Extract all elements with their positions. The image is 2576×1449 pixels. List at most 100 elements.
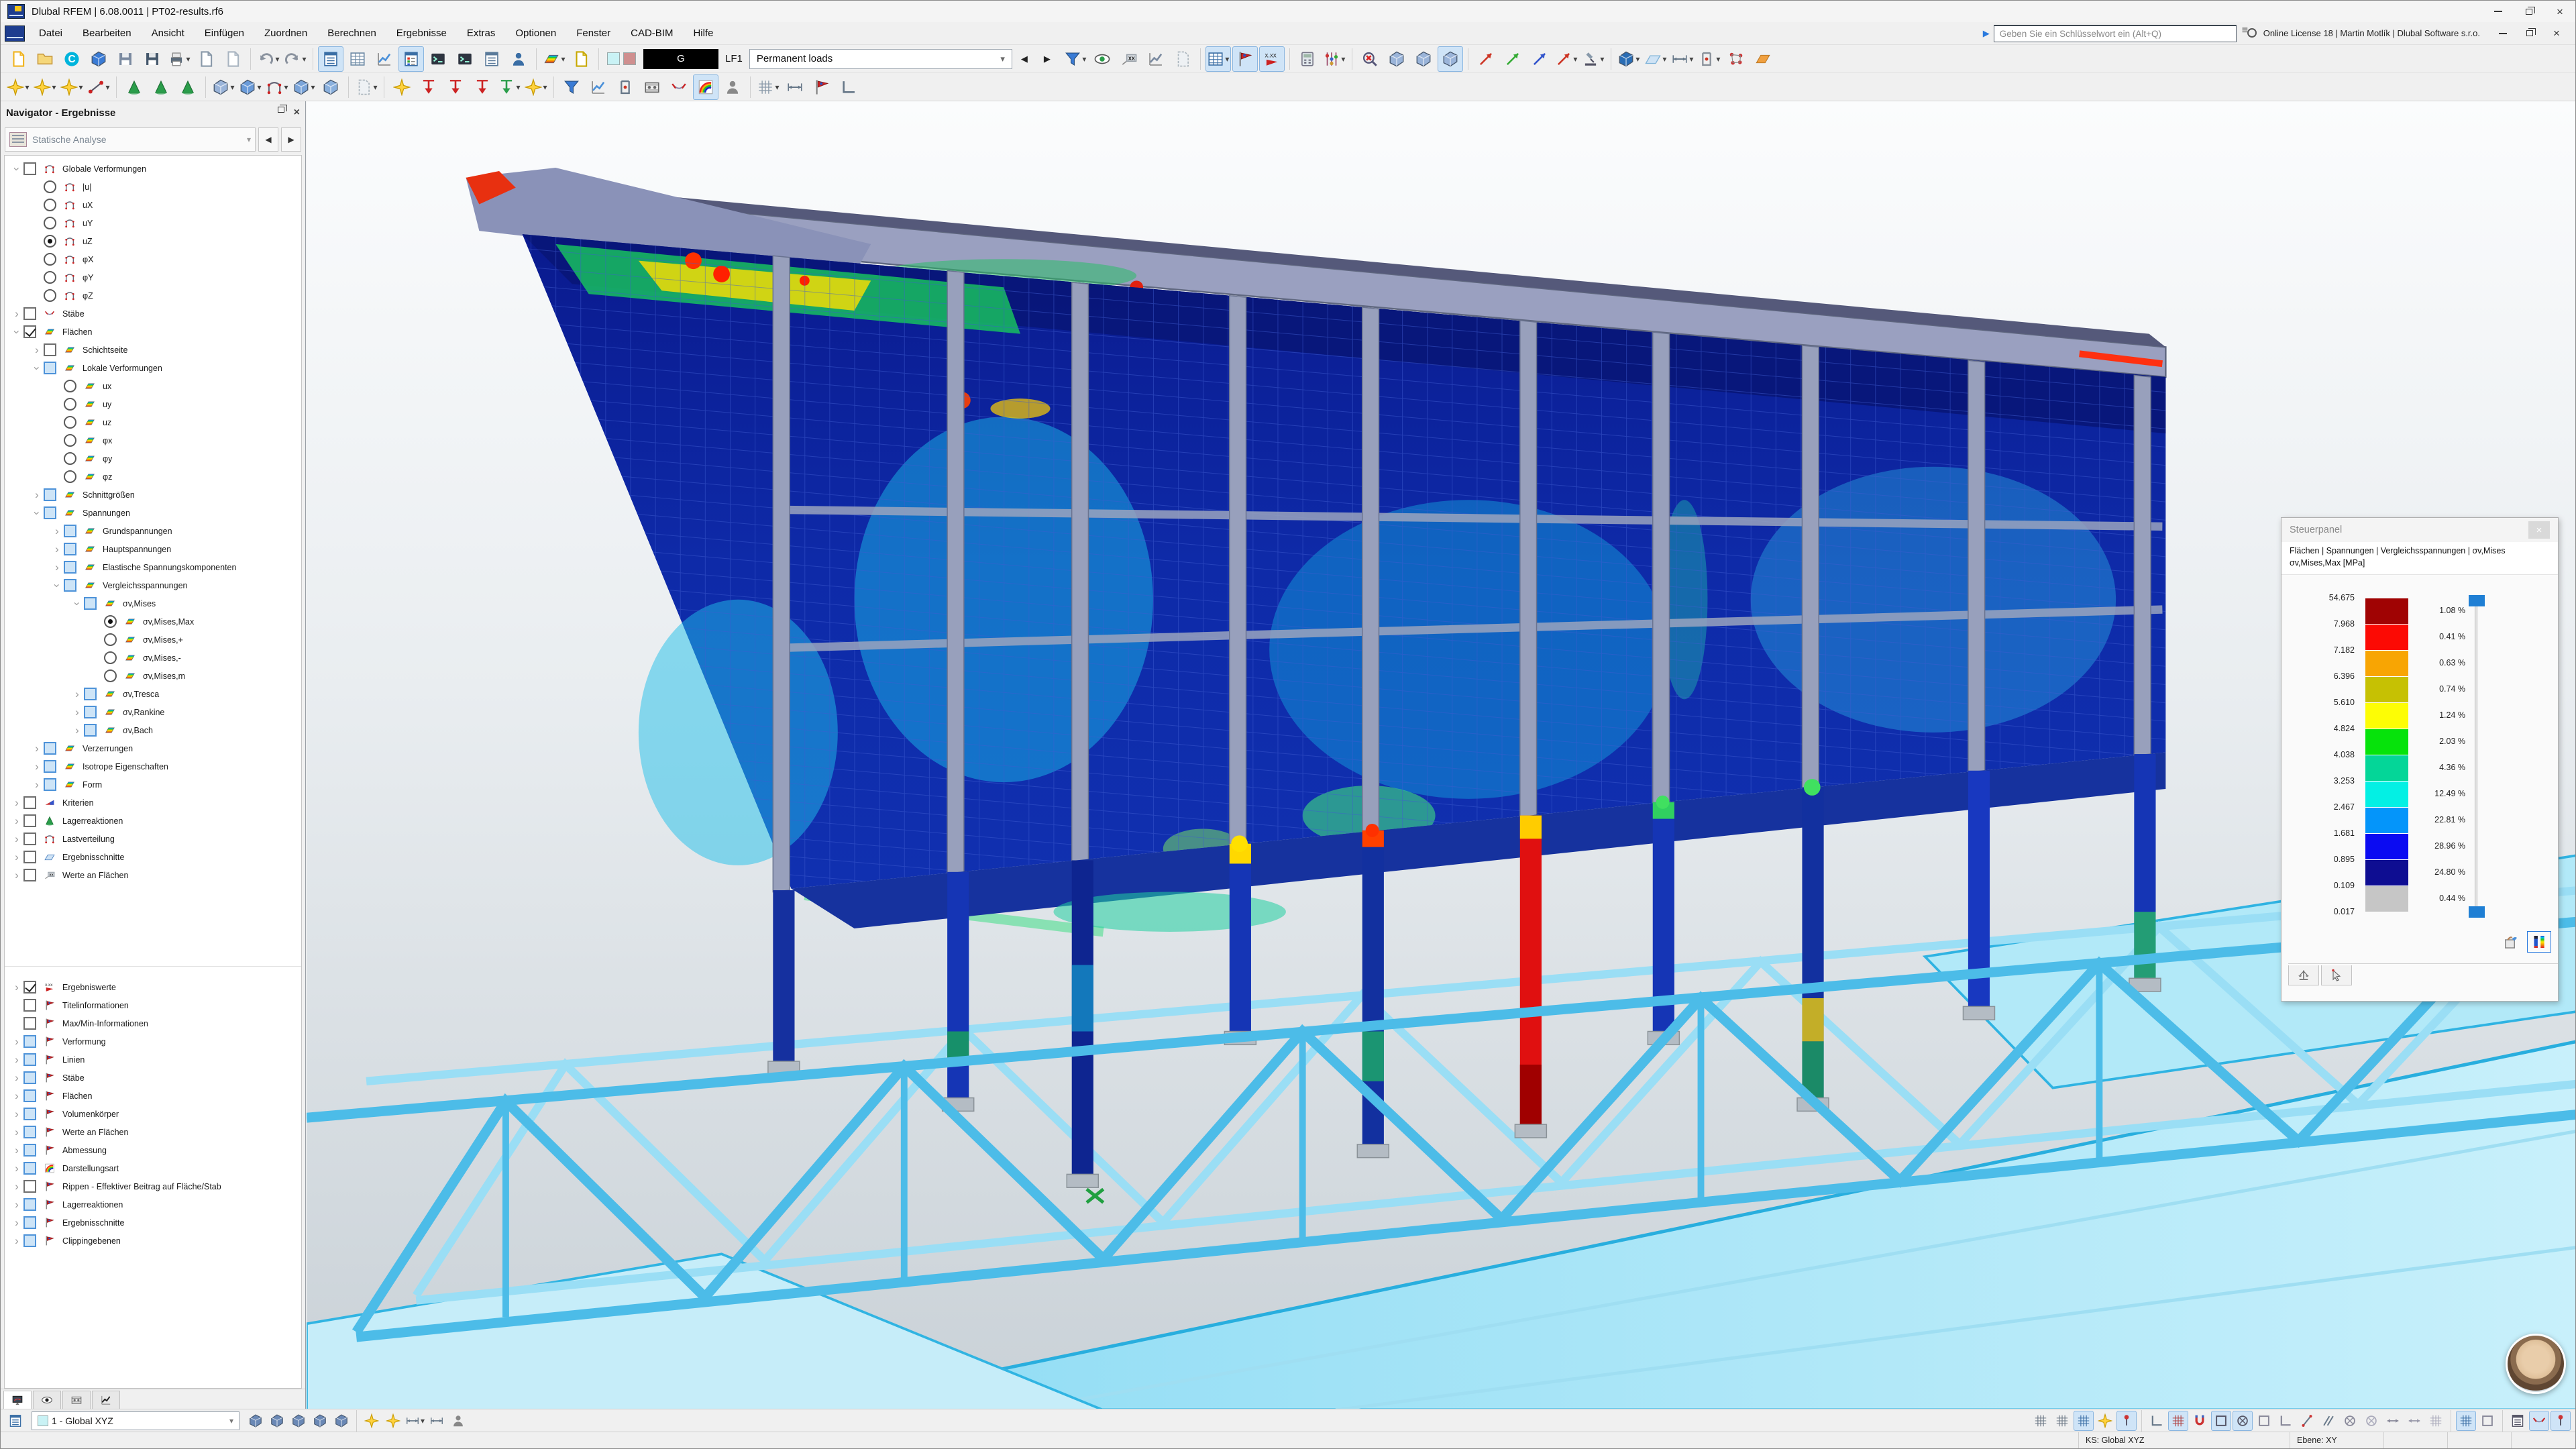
radio-button[interactable] xyxy=(44,199,56,211)
nodal-load-button[interactable] xyxy=(389,74,415,100)
menu-optionen[interactable]: Optionen xyxy=(505,22,566,44)
new-report-button[interactable] xyxy=(193,46,219,72)
solid-edit-button[interactable] xyxy=(1411,46,1436,72)
tree-item[interactable]: σv,Mises,- xyxy=(5,649,301,667)
checkbox[interactable] xyxy=(44,742,56,755)
navigator-toggle-button[interactable] xyxy=(318,46,343,72)
load-wizard-button[interactable]: ▾ xyxy=(523,74,549,100)
radio-button[interactable] xyxy=(64,434,76,447)
tree-item[interactable]: ›Globale Verformungen xyxy=(5,160,301,178)
checkbox[interactable] xyxy=(23,833,36,845)
previous-load-case-button[interactable]: ◀ xyxy=(1014,49,1035,69)
tree-item[interactable]: ›Ergebniswerte xyxy=(5,978,301,996)
tree-item[interactable]: uY xyxy=(5,214,301,232)
radio-button[interactable] xyxy=(64,398,76,411)
dimension-tool-button[interactable] xyxy=(782,74,808,100)
snap-points-button[interactable] xyxy=(2116,1411,2137,1431)
checkbox[interactable] xyxy=(64,579,76,592)
tab-views[interactable] xyxy=(62,1391,91,1409)
doc-restore-button[interactable] xyxy=(2516,23,2543,44)
print-button[interactable]: ▾ xyxy=(166,46,192,72)
restore-button[interactable] xyxy=(2514,1,2544,22)
new-arc-button[interactable]: ▾ xyxy=(59,74,85,100)
work-plane-button[interactable]: ▾ xyxy=(1643,46,1668,72)
checkbox[interactable] xyxy=(44,506,56,519)
expander-icon[interactable]: › xyxy=(50,525,64,538)
rotate-view-button[interactable] xyxy=(288,1411,309,1431)
tree-item[interactable]: φy xyxy=(5,449,301,468)
menu-extras[interactable]: Extras xyxy=(457,22,506,44)
filter-objects-button[interactable] xyxy=(559,74,584,100)
load-case-select[interactable]: Permanent loads▾ xyxy=(749,49,1012,69)
surface-support-button[interactable] xyxy=(175,74,201,100)
checkbox[interactable] xyxy=(64,525,76,537)
panel-settings-button[interactable] xyxy=(2499,931,2523,953)
radio-button[interactable] xyxy=(44,271,56,284)
new-line-button[interactable]: ▾ xyxy=(32,74,58,100)
view-minus-x-button[interactable]: ▾ xyxy=(1554,46,1579,72)
view-x-button[interactable] xyxy=(1473,46,1499,72)
tree-item[interactable]: ›Grundspannungen xyxy=(5,522,301,540)
save-settings-button[interactable] xyxy=(113,46,138,72)
report-button[interactable] xyxy=(220,46,246,72)
show-results-button[interactable] xyxy=(1089,46,1115,72)
checkbox[interactable] xyxy=(23,162,36,175)
tree-item[interactable]: φx xyxy=(5,431,301,449)
tree-item[interactable]: ›Werte an Flächen xyxy=(5,866,301,884)
expander-icon[interactable]: › xyxy=(10,1216,23,1230)
member-load-button[interactable] xyxy=(416,74,441,100)
checkbox[interactable] xyxy=(23,307,36,320)
camera-view-button[interactable] xyxy=(720,74,745,100)
tab-pointer[interactable] xyxy=(2321,965,2352,985)
expander-icon[interactable]: › xyxy=(10,1035,23,1049)
result-values-button[interactable] xyxy=(1116,46,1142,72)
menu-fenster[interactable]: Fenster xyxy=(566,22,621,44)
clip-box-button[interactable] xyxy=(331,1411,352,1431)
checkbox[interactable] xyxy=(23,1017,36,1030)
clamp-tool-button[interactable] xyxy=(612,74,638,100)
tree-item[interactable]: ›Lagerreaktionen xyxy=(5,812,301,830)
tree-item[interactable]: ›Darstellungsart xyxy=(5,1159,301,1177)
checkbox[interactable] xyxy=(23,1234,36,1247)
parallel-snap-button[interactable] xyxy=(2318,1411,2339,1431)
checkbox[interactable] xyxy=(23,1035,36,1048)
expander-icon[interactable]: › xyxy=(10,325,23,339)
view-z-button[interactable] xyxy=(1527,46,1552,72)
expander-icon[interactable]: › xyxy=(10,1089,23,1103)
tree-item[interactable]: Titelinformationen xyxy=(5,996,301,1014)
edit-values-button[interactable] xyxy=(568,46,594,72)
coordinate-system-button[interactable] xyxy=(5,1411,25,1431)
expander-icon[interactable]: › xyxy=(10,1108,23,1121)
red-marker-button[interactable] xyxy=(2529,1411,2549,1431)
tree-item[interactable]: uZ xyxy=(5,232,301,250)
menu-cad-bim[interactable]: CAD-BIM xyxy=(621,22,683,44)
expander-icon[interactable]: › xyxy=(30,778,44,792)
tree-item[interactable]: Max/Min-Informationen xyxy=(5,1014,301,1032)
checkbox[interactable] xyxy=(64,543,76,555)
tree-item[interactable]: ›Stäbe xyxy=(5,305,301,323)
arrow-snap-button[interactable] xyxy=(2383,1411,2403,1431)
tree-item[interactable]: ›Isotrope Eigenschaften xyxy=(5,757,301,775)
tree-item[interactable]: ›Verformung xyxy=(5,1032,301,1051)
tree-item[interactable]: ›Volumenkörper xyxy=(5,1105,301,1123)
open-model-button[interactable] xyxy=(32,46,58,72)
expander-icon[interactable]: › xyxy=(10,796,23,810)
new-polyline-button[interactable]: ▾ xyxy=(86,74,111,100)
expander-icon[interactable]: › xyxy=(70,724,84,737)
result-diagram-button[interactable] xyxy=(586,74,611,100)
doc-close-button[interactable]: × xyxy=(2543,23,2570,44)
checkbox[interactable] xyxy=(23,869,36,881)
surface-load-button[interactable] xyxy=(443,74,468,100)
checkbox[interactable] xyxy=(23,814,36,827)
tree-item[interactable]: ›Lastverteilung xyxy=(5,830,301,848)
result-flags-button[interactable] xyxy=(1232,46,1258,72)
checkbox[interactable] xyxy=(84,724,97,737)
new-surface-button[interactable]: ▾ xyxy=(237,74,263,100)
dlubal-center-button[interactable] xyxy=(59,46,85,72)
checkbox[interactable] xyxy=(23,1126,36,1138)
next-analysis-button[interactable]: ▶ xyxy=(281,127,301,152)
nodal-support-button[interactable] xyxy=(121,74,147,100)
expander-icon[interactable]: › xyxy=(50,579,64,592)
line-support-button[interactable] xyxy=(148,74,174,100)
result-filter-button[interactable]: ▾ xyxy=(1063,46,1088,72)
